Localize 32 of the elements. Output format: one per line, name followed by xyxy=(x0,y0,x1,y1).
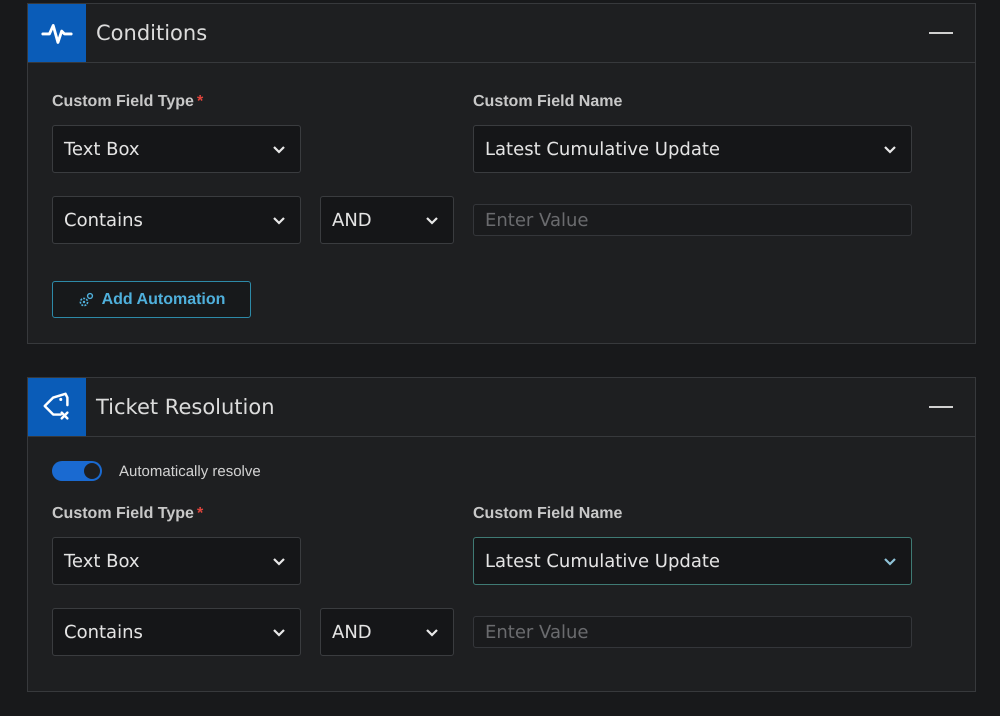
chevron-down-icon xyxy=(272,216,286,224)
chevron-down-icon xyxy=(272,144,286,154)
field-label: Custom Field Name xyxy=(473,93,622,111)
dropdown[interactable]: Contains xyxy=(52,196,301,244)
input-field[interactable]: Enter Value xyxy=(473,204,912,236)
chevron-down-icon xyxy=(425,216,439,224)
dropdown[interactable]: Text Box xyxy=(52,537,301,585)
chevron-down-icon xyxy=(425,628,439,636)
required-mark: * xyxy=(196,93,204,111)
field-label: Custom Field Name xyxy=(473,505,622,523)
minus-icon xyxy=(929,406,953,408)
section-title: Conditions xyxy=(96,21,208,45)
section-title: Ticket Resolution xyxy=(96,395,276,419)
dropdown[interactable]: AND xyxy=(320,608,454,656)
toggle-switch[interactable] xyxy=(52,461,102,481)
field-label: Custom Field Type xyxy=(52,93,194,111)
minus-icon xyxy=(929,32,953,34)
gears-icon xyxy=(78,292,94,308)
toggle-label: Automatically resolve xyxy=(119,462,261,480)
dropdown[interactable]: Latest Cumulative Update xyxy=(473,125,912,173)
chevron-down-icon xyxy=(272,556,286,566)
chevron-down-icon xyxy=(272,628,286,636)
dropdown[interactable]: AND xyxy=(320,196,454,244)
field-label: Custom Field Type xyxy=(52,505,194,523)
chevron-down-icon xyxy=(883,556,897,566)
required-mark: * xyxy=(196,505,204,523)
dropdown[interactable]: Latest Cumulative Update xyxy=(473,537,912,585)
dropdown[interactable]: Contains xyxy=(52,608,301,656)
chevron-down-icon xyxy=(883,144,897,154)
input-field[interactable]: Enter Value xyxy=(473,616,912,648)
add-automation-button[interactable]: Add Automation xyxy=(52,281,251,318)
dropdown[interactable]: Text Box xyxy=(52,125,301,173)
